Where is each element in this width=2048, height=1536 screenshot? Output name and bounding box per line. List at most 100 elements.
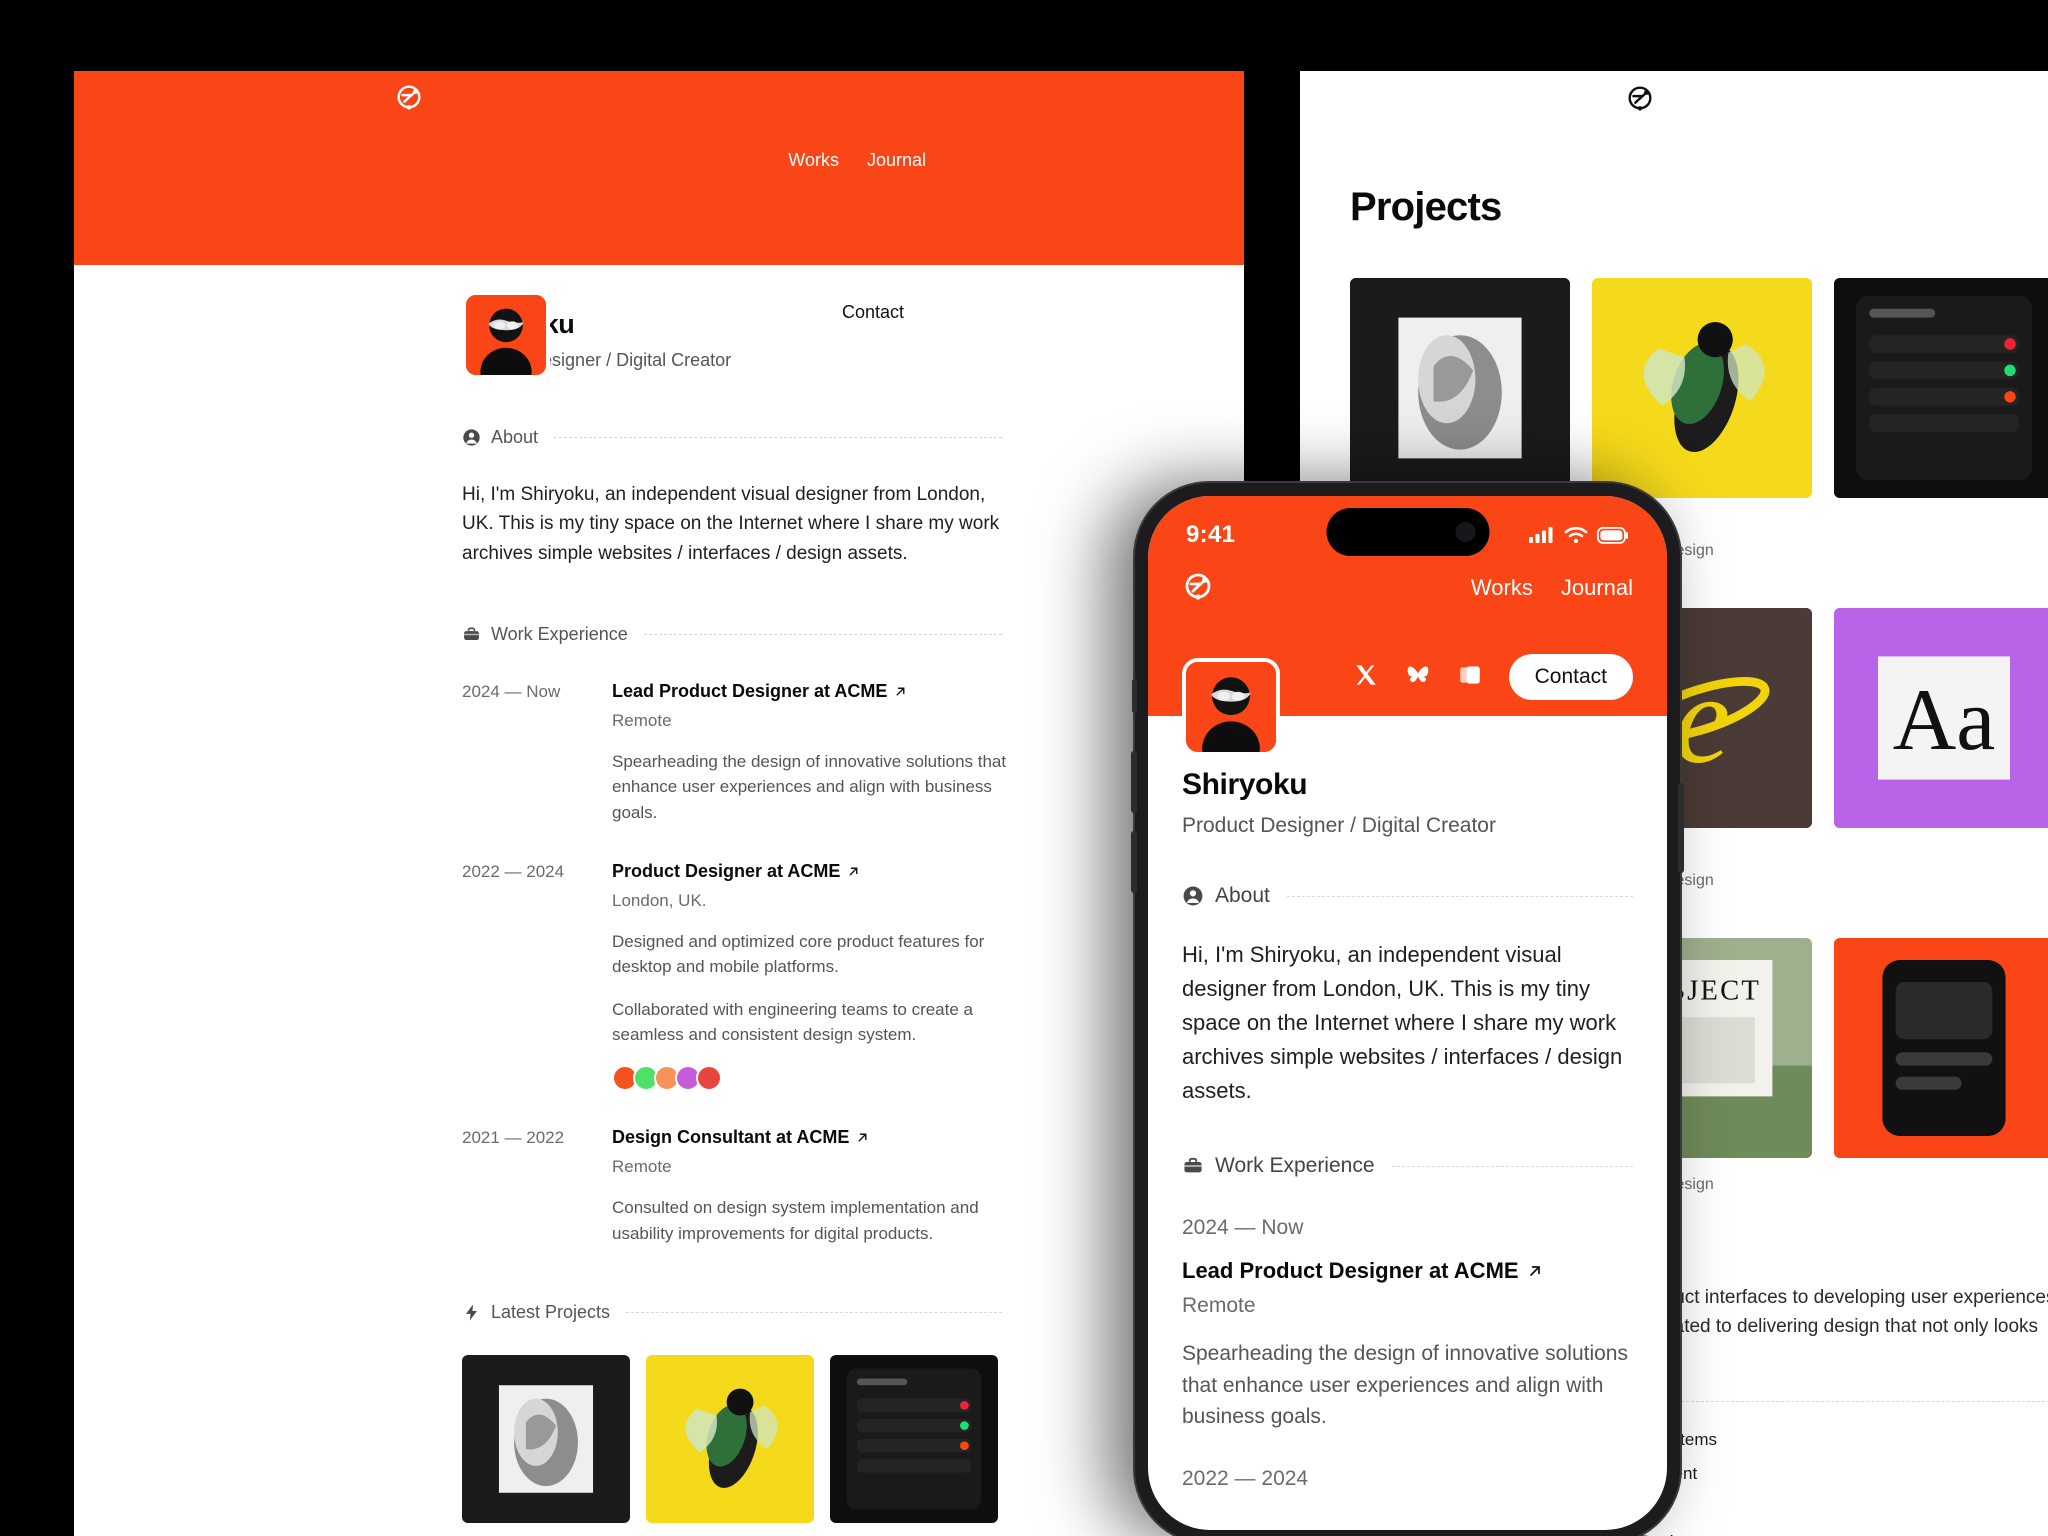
phone-volume-down-button[interactable] (1131, 831, 1137, 893)
divider (1286, 895, 1633, 897)
phone-social-links: Contact (1353, 654, 1633, 700)
about-text: Hi, I'm Shiryoku, an independent visual … (462, 484, 1000, 564)
work-section-header: Work Experience (462, 624, 1002, 645)
phone-hero: 9:41 Works Journal Contact (1148, 496, 1667, 756)
external-link-arrow-icon (849, 867, 858, 876)
phone-nav-works[interactable]: Works (1471, 575, 1533, 601)
phone-nav-journal[interactable]: Journal (1561, 575, 1633, 601)
nav-journal[interactable]: Journal (867, 150, 926, 171)
phone-job-location: Remote (1182, 1294, 1256, 1318)
job-description: Consulted on design system implementatio… (612, 1198, 979, 1243)
job-details: Product Designer at ACME London, UK. Des… (612, 861, 1022, 1092)
phone-content: Shiryoku Product Designer / Digital Crea… (1148, 768, 1667, 1491)
wifi-icon (1564, 526, 1588, 544)
job-details: Lead Product Designer at ACME Remote Spe… (612, 681, 1022, 824)
job-title-text: Lead Product Designer at ACME (612, 681, 888, 702)
latest-projects-heading: Latest Projects (491, 1301, 611, 1322)
phone-about-header: About (1182, 884, 1633, 908)
project-card[interactable] (1834, 278, 2048, 498)
person-circle-icon (1183, 886, 1203, 906)
phone-nav-links[interactable]: Works Journal (1471, 575, 1633, 601)
job-title[interactable]: Design Consultant at ACME (612, 1127, 1022, 1148)
bluesky-butterfly-icon[interactable] (720, 302, 742, 324)
dark-ui-artwork (830, 1354, 998, 1523)
job-description: Collaborated with engineering teams to c… (612, 1000, 973, 1045)
orange-ui-artwork (1834, 938, 2048, 1158)
dynamic-island (1326, 508, 1489, 556)
main-content: Shiryoku Product Designer / Digital Crea… (74, 309, 1244, 1536)
divider (626, 1311, 1002, 1313)
aa-type-artwork: Aa (1834, 608, 2048, 828)
latest-projects-grid (462, 1354, 1244, 1523)
bee-artwork (646, 1354, 814, 1523)
job-details: Design Consultant at ACME Remote Consult… (612, 1127, 1022, 1245)
work-heading: Work Experience (491, 624, 628, 645)
project-card[interactable] (1350, 278, 1570, 498)
projects-window-header: W (1300, 71, 2048, 125)
team-avatar (696, 1065, 722, 1092)
job-date: 2021 — 2022 (462, 1128, 565, 1148)
phone-job-description: Spearheading the design of innovative so… (1182, 1342, 1628, 1429)
job-description: Designed and optimized core product feat… (612, 931, 985, 976)
projects-grid-row1 (1350, 278, 2048, 498)
phone-profile-role: Product Designer / Digital Creator (1182, 814, 1496, 837)
contact-button[interactable]: Contact (819, 293, 926, 332)
phone-silent-switch[interactable] (1132, 679, 1137, 713)
user-avatar-icon (1186, 662, 1276, 752)
job-title[interactable]: Product Designer at ACME (612, 861, 1022, 882)
phone-contact-button[interactable]: Contact (1508, 654, 1633, 700)
project-card[interactable] (830, 1354, 998, 1523)
project-card[interactable] (1592, 278, 1812, 498)
job-location: Remote (612, 711, 672, 731)
about-heading: About (491, 427, 539, 447)
about-section-header: About (462, 427, 1002, 448)
x-twitter-icon[interactable] (1353, 662, 1379, 693)
job-date: 2022 — 2024 (462, 861, 565, 881)
job-title-text: Design Consultant at ACME (612, 1127, 850, 1148)
hero-banner: Works Journal Contact (74, 71, 1244, 379)
compass-logo-icon[interactable] (394, 82, 424, 112)
compass-logo-icon[interactable] (1625, 83, 1655, 113)
phone-volume-up-button[interactable] (1131, 751, 1137, 813)
job-title-text: Product Designer at ACME (612, 860, 841, 881)
layers-cube-icon[interactable] (768, 302, 790, 324)
layers-cube-icon[interactable] (1457, 662, 1483, 693)
phone-job-title-text: Lead Product Designer at ACME (1182, 1258, 1519, 1284)
status-time: 9:41 (1186, 521, 1236, 548)
external-link-arrow-icon (858, 1133, 867, 1142)
phone-power-button[interactable] (1678, 783, 1684, 873)
bluesky-butterfly-icon[interactable] (1405, 662, 1431, 693)
person-circle-icon (463, 429, 480, 446)
main-nav[interactable]: Works Journal (788, 150, 926, 171)
page-title: Projects (1350, 185, 1502, 229)
status-indicators (1529, 526, 1629, 544)
nav-works[interactable]: Works (788, 150, 839, 171)
project-card[interactable]: Aa (1834, 608, 2048, 828)
project-card[interactable] (646, 1354, 814, 1523)
job-location: London, UK. (612, 890, 707, 910)
phone-profile-name: Shiryoku (1182, 768, 1308, 801)
job-title[interactable]: Lead Product Designer at ACME (612, 681, 1022, 702)
avatar (462, 291, 550, 379)
x-twitter-icon[interactable] (672, 302, 694, 324)
screenshot-stage: W Projects (0, 0, 2048, 1536)
bee-artwork (1592, 278, 1812, 498)
user-avatar-icon (466, 295, 546, 375)
compass-logo-icon[interactable] (1182, 570, 1214, 607)
phone-screen: 9:41 Works Journal Contact Shiryoku Prod… (1148, 496, 1667, 1530)
job-entry: 2021 — 2022 Design Consultant at ACME Re… (462, 1127, 1022, 1245)
phone-about-heading: About (1215, 884, 1270, 907)
phone-work-header: Work Experience (1182, 1154, 1633, 1178)
team-avatars (612, 1065, 1022, 1092)
external-link-arrow-icon (896, 687, 905, 696)
phone-work-heading: Work Experience (1215, 1154, 1375, 1178)
project-card[interactable] (1834, 938, 2048, 1158)
external-link-arrow-icon (1529, 1266, 1540, 1277)
phone-job-date-2: 2022 — 2024 (1182, 1466, 1309, 1490)
briefcase-icon (1184, 1158, 1202, 1173)
project-card[interactable] (462, 1354, 630, 1523)
phone-job-title[interactable]: Lead Product Designer at ACME (1182, 1258, 1633, 1284)
latest-projects-header: Latest Projects (462, 1302, 1002, 1323)
phone-job-date: 2024 — Now (1182, 1216, 1304, 1240)
lightning-bolt-icon (465, 1304, 478, 1321)
